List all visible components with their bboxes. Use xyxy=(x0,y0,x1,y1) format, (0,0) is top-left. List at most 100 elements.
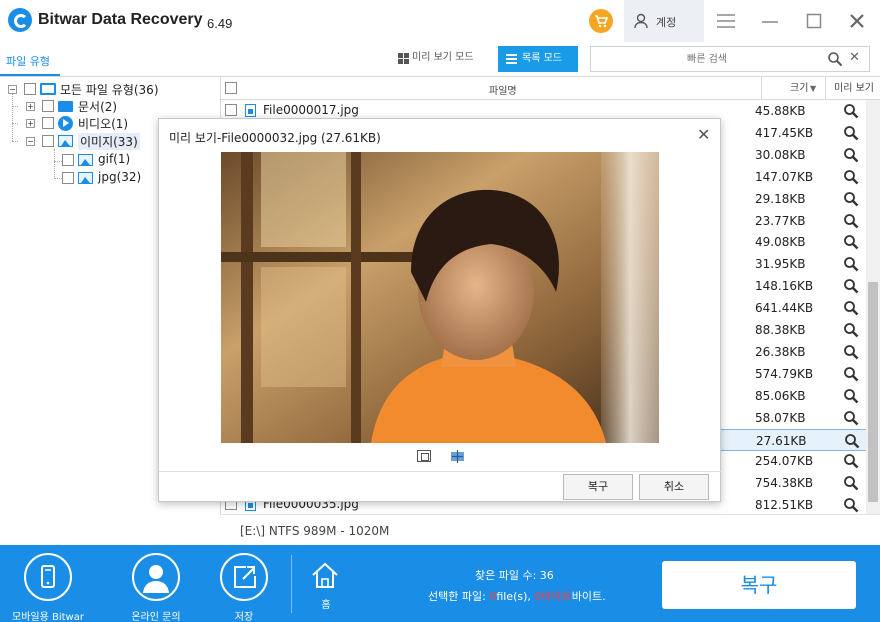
preview-magnifier-icon[interactable] xyxy=(843,388,859,404)
collapse-icon[interactable]: − xyxy=(26,137,35,146)
preview-magnifier-icon[interactable] xyxy=(843,278,859,294)
image-icon xyxy=(78,172,93,184)
preview-magnifier-icon[interactable] xyxy=(843,256,859,272)
found-prefix: 찾은 파일 수: xyxy=(475,569,540,582)
hamburger-icon[interactable] xyxy=(714,10,738,32)
preview-image xyxy=(221,152,659,443)
close-icon[interactable]: ✕ xyxy=(697,125,710,144)
image-icon xyxy=(58,135,73,147)
tree-label: gif(1) xyxy=(98,152,131,166)
file-size: 754.38KB xyxy=(755,476,814,491)
preview-magnifier-icon[interactable] xyxy=(843,344,859,360)
file-size: 812.51KB xyxy=(755,498,814,513)
checkbox[interactable] xyxy=(42,100,54,112)
checkbox[interactable] xyxy=(62,172,74,184)
list-icon xyxy=(506,54,517,64)
phone-icon xyxy=(24,553,72,601)
checkbox[interactable] xyxy=(42,135,54,147)
preview-magnifier-icon[interactable] xyxy=(843,234,859,250)
file-size: 45.88KB xyxy=(755,104,806,118)
file-size: 26.38KB xyxy=(755,344,806,359)
dialog-cancel-button[interactable]: 취소 xyxy=(639,474,709,500)
preview-magnifier-icon[interactable] xyxy=(843,322,859,338)
column-preview: 미리 보기 xyxy=(825,77,880,100)
app-title: Bitwar Data Recovery xyxy=(38,11,203,28)
list-mode-label: 목록 모드 xyxy=(522,53,562,64)
scrollbar-thumb[interactable] xyxy=(868,282,878,502)
close-icon[interactable] xyxy=(845,10,869,32)
row-checkbox[interactable] xyxy=(225,104,237,116)
folder-icon xyxy=(58,101,73,112)
file-size: 29.18KB xyxy=(755,191,806,206)
bitwar-logo-icon xyxy=(8,8,32,32)
mobile-bitwar-button[interactable]: 모바일용 Bitwar xyxy=(8,553,88,622)
column-size[interactable]: 크기 ▼ xyxy=(761,77,825,100)
app-version: 6.49 xyxy=(207,16,233,31)
save-icon xyxy=(220,553,268,601)
tree-item-all[interactable]: − 모든 파일 유형(36) xyxy=(0,81,200,97)
zoom-original-icon[interactable] xyxy=(450,450,465,463)
file-size: 641.44KB xyxy=(755,301,814,316)
cart-icon[interactable] xyxy=(589,9,613,33)
status-bar: [E:\] NTFS 989M - 1020M xyxy=(220,514,880,545)
file-size: 85.06KB xyxy=(755,388,806,403)
drive-info: [E:\] NTFS 989M - 1020M xyxy=(240,524,390,538)
recover-button[interactable]: 복구 xyxy=(662,561,856,609)
checkbox[interactable] xyxy=(62,154,74,166)
selected-prefix: 선택한 파일: xyxy=(428,590,490,603)
grid-icon xyxy=(398,53,409,64)
column-name[interactable]: 파일명 xyxy=(489,82,517,97)
select-all-checkbox[interactable] xyxy=(225,82,237,94)
tree-label: 문서(2) xyxy=(78,100,118,114)
preview-magnifier-icon[interactable] xyxy=(843,410,859,426)
dialog-recover-button[interactable]: 복구 xyxy=(563,474,633,500)
expand-icon[interactable]: + xyxy=(26,119,35,128)
expand-icon[interactable]: + xyxy=(26,102,35,111)
support-agent-icon xyxy=(132,553,180,601)
image-file-icon xyxy=(245,104,256,117)
preview-magnifier-icon[interactable] xyxy=(843,169,859,185)
clear-search-icon[interactable]: ✕ xyxy=(849,50,860,65)
save-button[interactable]: 저장 xyxy=(204,553,284,622)
preview-magnifier-icon[interactable] xyxy=(843,497,859,513)
account-button[interactable]: 계정 xyxy=(624,0,704,42)
selected-bytes-suffix: 바이트. xyxy=(571,590,606,603)
preview-magnifier-icon[interactable] xyxy=(843,147,859,163)
preview-magnifier-icon[interactable] xyxy=(843,453,859,469)
preview-magnifier-icon[interactable] xyxy=(843,366,859,382)
search-icon[interactable] xyxy=(827,51,843,67)
preview-magnifier-icon[interactable] xyxy=(843,475,859,491)
fit-screen-icon[interactable] xyxy=(417,450,431,462)
scrollbar[interactable] xyxy=(866,100,880,514)
preview-magnifier-icon[interactable] xyxy=(843,213,859,229)
title-bar: Bitwar Data Recovery 6.49 계정 xyxy=(0,0,880,42)
list-mode-button[interactable]: 목록 모드 xyxy=(498,46,578,72)
preview-magnifier-icon[interactable] xyxy=(844,433,860,449)
checkbox[interactable] xyxy=(42,117,54,129)
tree-item-documents[interactable]: + 문서(2) xyxy=(0,98,200,114)
preview-magnifier-icon[interactable] xyxy=(843,125,859,141)
found-count: 36 xyxy=(539,569,554,582)
file-size: 31.95KB xyxy=(755,257,806,272)
tab-file-type[interactable]: 파일 유형 xyxy=(6,53,50,69)
selected-summary: 선택한 파일: 0file(s), 0바이트바이트. xyxy=(428,588,606,604)
preview-magnifier-icon[interactable] xyxy=(843,191,859,207)
checkbox[interactable] xyxy=(24,83,36,95)
preview-mode-button[interactable]: 미리 보기 모드 xyxy=(390,46,490,70)
selected-files-suffix: file(s), xyxy=(496,590,535,603)
search-input[interactable] xyxy=(597,50,817,68)
selected-bytes: 0바이트 xyxy=(534,590,572,603)
home-label: 홈 xyxy=(321,600,331,611)
app-window: Bitwar Data Recovery 6.49 계정 파일 유형 미리 보기… xyxy=(0,0,880,622)
home-button[interactable]: 홈 xyxy=(286,553,366,619)
file-size: 574.79KB xyxy=(755,366,814,381)
preview-magnifier-icon[interactable] xyxy=(843,103,859,119)
preview-magnifier-icon[interactable] xyxy=(843,300,859,316)
collapse-icon[interactable]: − xyxy=(8,85,17,94)
tree-label: 이미지(33) xyxy=(78,133,140,150)
file-size: 417.45KB xyxy=(755,125,814,140)
minimize-icon[interactable] xyxy=(758,10,782,32)
maximize-icon[interactable] xyxy=(802,10,826,32)
online-support-button[interactable]: 온라인 문의 xyxy=(116,553,196,622)
preview-mode-label: 미리 보기 모드 xyxy=(412,52,474,63)
